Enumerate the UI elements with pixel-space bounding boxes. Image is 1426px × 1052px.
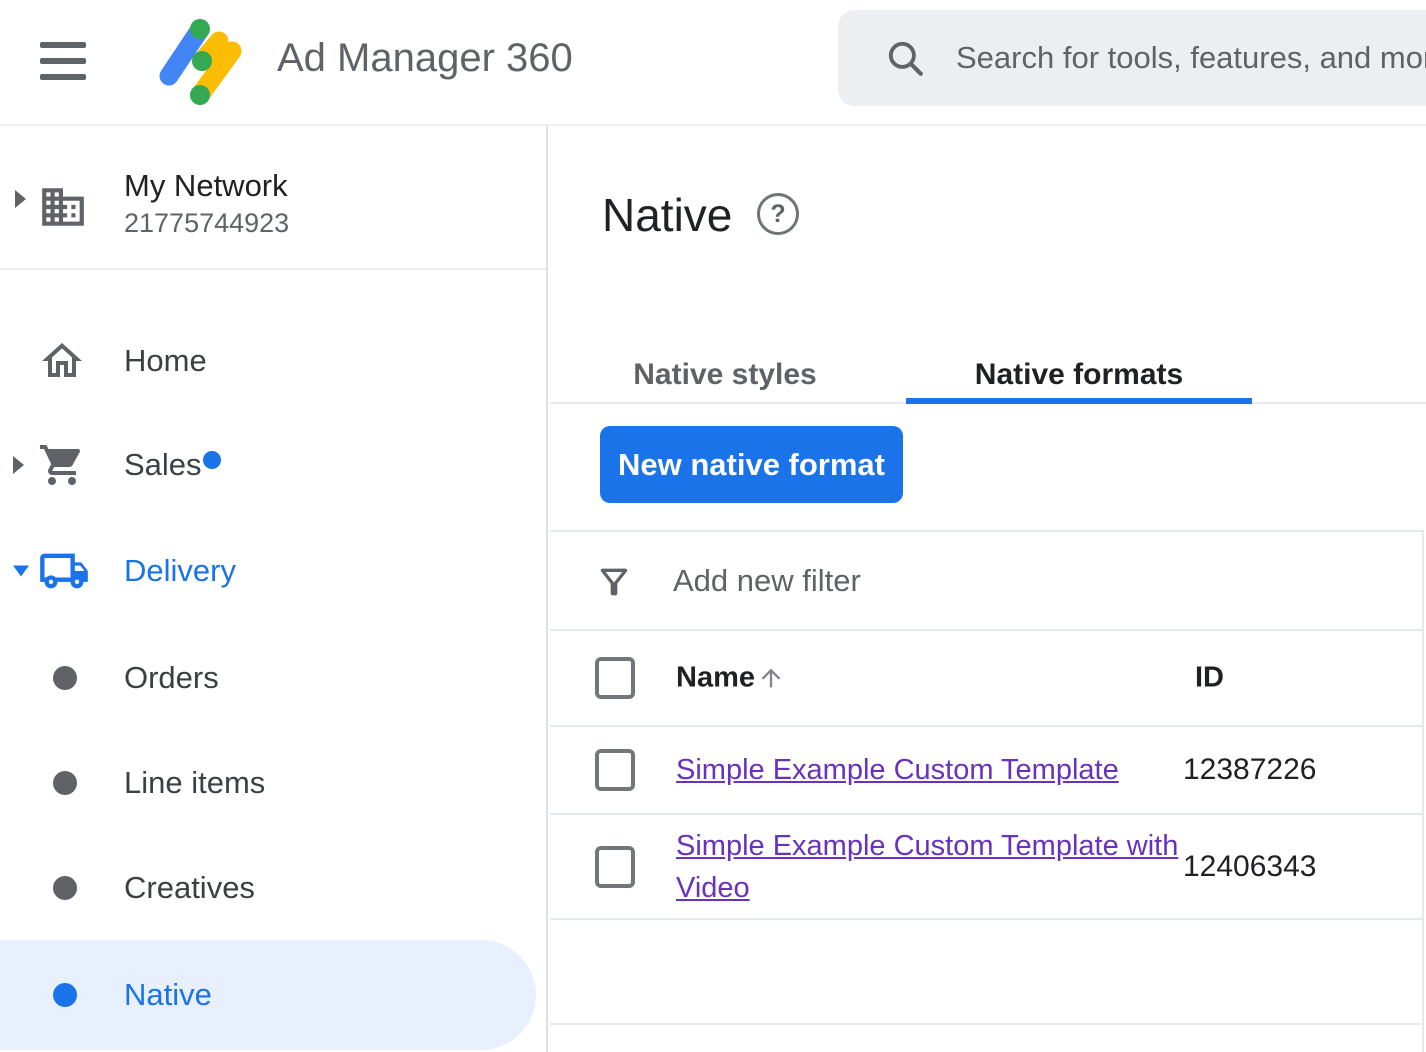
sidebar-item-label: Delivery [124, 553, 236, 589]
home-icon [38, 337, 86, 385]
column-header-name[interactable]: Name [676, 662, 755, 695]
filter-icon [594, 562, 634, 602]
help-glyph: ? [770, 200, 785, 229]
search-bar[interactable] [838, 10, 1426, 106]
native-format-link[interactable]: Simple Example Custom Template with Vide… [676, 825, 1181, 909]
column-header-id[interactable]: ID [1195, 662, 1224, 695]
notification-dot [203, 451, 221, 469]
sidebar-item-creatives[interactable]: Creatives [0, 858, 546, 918]
sidebar-item-label: Native [124, 977, 212, 1013]
sidebar-item-label: Sales [124, 447, 202, 483]
sidebar: My Network 21775744923 Home Sales [0, 126, 548, 1052]
table-empty-row [550, 920, 1422, 1025]
bullet-icon [53, 876, 77, 900]
table-row: Simple Example Custom Template 12387226 [550, 727, 1422, 815]
page-title: Native [602, 188, 732, 242]
sidebar-item-orders[interactable]: Orders [0, 648, 546, 708]
row-checkbox[interactable] [595, 846, 635, 888]
expand-arrow-icon [13, 456, 24, 474]
sidebar-item-label: Creatives [124, 870, 255, 906]
network-id: 21775744923 [124, 208, 289, 239]
sidebar-item-label: Home [124, 343, 207, 379]
filter-label: Add new filter [673, 563, 861, 599]
row-id: 12387226 [1183, 753, 1316, 787]
table-right-border [1422, 530, 1424, 1052]
tab-native-styles[interactable]: Native styles [608, 348, 842, 402]
native-format-link[interactable]: Simple Example Custom Template [676, 749, 1119, 791]
sort-ascending-icon[interactable] [757, 664, 785, 692]
sidebar-item-label: Orders [124, 660, 219, 696]
row-checkbox[interactable] [595, 749, 635, 791]
sidebar-item-native[interactable]: Native [0, 940, 536, 1050]
sidebar-item-delivery[interactable]: Delivery [0, 541, 546, 601]
new-native-format-button[interactable]: New native format [600, 426, 903, 503]
main-content: Native ? Native styles Native formats Ne… [550, 126, 1426, 1052]
search-input[interactable] [954, 39, 1426, 77]
search-icon [884, 37, 926, 79]
sidebar-item-label: Line items [124, 765, 265, 801]
sidebar-divider [0, 268, 546, 270]
network-name: My Network [124, 168, 288, 204]
expand-arrow-icon [15, 190, 26, 208]
collapse-arrow-icon [13, 566, 29, 577]
help-icon[interactable]: ? [757, 193, 799, 235]
ad-manager-logo-icon [146, 8, 250, 112]
sidebar-item-home[interactable]: Home [0, 331, 546, 391]
network-selector[interactable]: My Network 21775744923 [0, 126, 546, 268]
sidebar-item-line-items[interactable]: Line items [0, 753, 546, 813]
building-icon [38, 182, 88, 232]
bullet-icon [53, 983, 77, 1007]
tab-bar: Native styles Native formats [550, 348, 1426, 404]
app-title: Ad Manager 360 [277, 36, 573, 81]
bullet-icon [53, 771, 77, 795]
table-header: Name ID [550, 631, 1422, 727]
cart-icon [38, 441, 86, 489]
filter-bar[interactable]: Add new filter [550, 530, 1422, 631]
select-all-checkbox[interactable] [595, 657, 635, 699]
row-id: 12406343 [1183, 850, 1316, 884]
tab-native-formats[interactable]: Native formats [906, 348, 1252, 402]
sidebar-item-sales[interactable]: Sales [0, 435, 546, 495]
bullet-icon [53, 666, 77, 690]
topbar: Ad Manager 360 [0, 0, 1426, 126]
menu-icon[interactable] [40, 42, 86, 80]
table-row: Simple Example Custom Template with Vide… [550, 815, 1422, 920]
ad-manager-app: Ad Manager 360 My Network 21775744923 [0, 0, 1426, 1052]
truck-icon [38, 545, 90, 597]
